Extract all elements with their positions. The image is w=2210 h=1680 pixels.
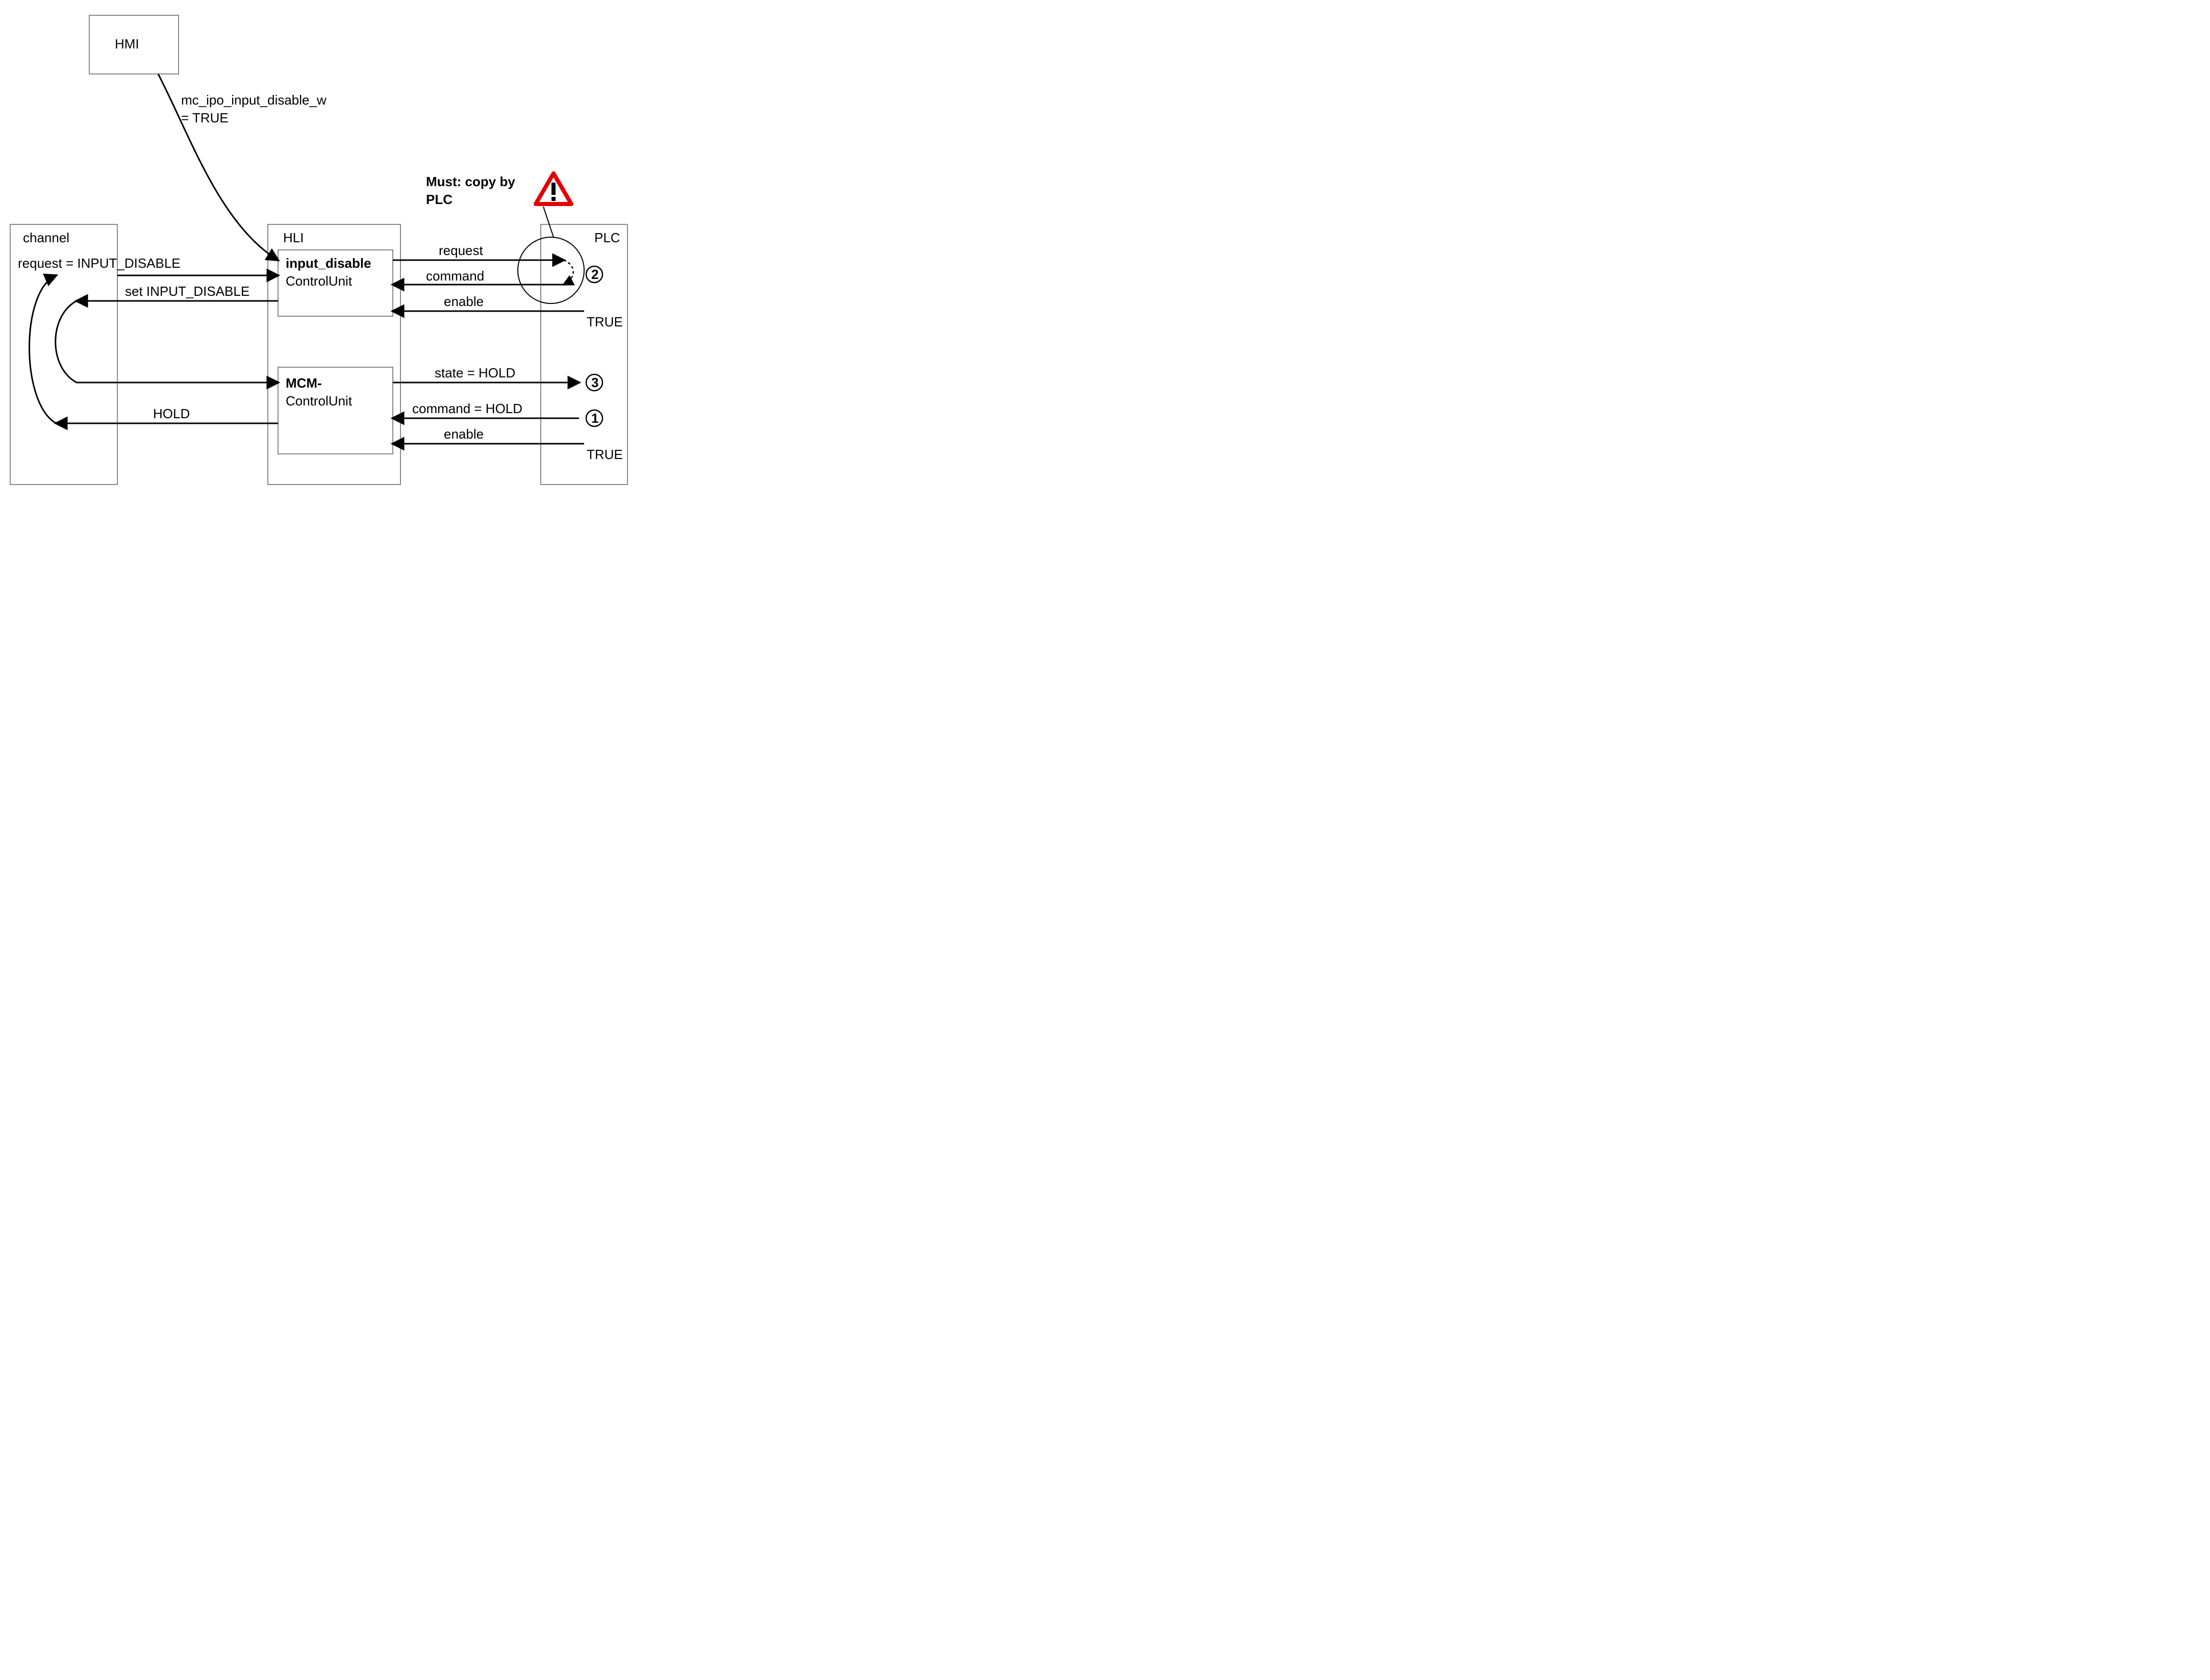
plc-state: state = HOLD [435, 365, 515, 380]
diagram: channel HLI input_disable ControlUnit MC… [0, 0, 638, 495]
hli-cu1-title: input_disable [286, 256, 371, 271]
plc-box [541, 224, 627, 485]
channel-request: request = INPUT_DISABLE [18, 256, 181, 271]
hli-label: HLI [283, 230, 304, 245]
plc-request: request [439, 243, 483, 258]
plc-enable2: enable [444, 426, 484, 442]
plc-enable1: enable [444, 294, 484, 309]
hli-cu2-title: MCM- [286, 375, 322, 391]
channel-label: channel [23, 230, 69, 245]
plc-command: command [426, 268, 484, 284]
hmi-label: HMI [115, 36, 139, 52]
plc-cmdHold: command = HOLD [412, 401, 522, 416]
mark-2: 2 [591, 267, 598, 282]
plc-must1: Must: copy by [426, 174, 515, 189]
plc-label: PLC [594, 230, 620, 245]
hmi-note2: = TRUE [181, 110, 229, 125]
plc-must2: PLC [426, 192, 453, 207]
hli-cu1-subtitle: ControlUnit [286, 273, 353, 289]
warning-icon [536, 173, 571, 204]
mark-1: 1 [591, 411, 598, 426]
mark-3: 3 [591, 375, 598, 390]
hmi-note1: mc_ipo_input_disable_w [181, 92, 327, 108]
hold-label: HOLD [153, 406, 190, 421]
hli-cu2-subtitle: ControlUnit [286, 393, 353, 409]
plc-true1: TRUE [587, 314, 623, 329]
plc-true2: TRUE [587, 447, 623, 462]
set-input-disable: set INPUT_DISABLE [125, 284, 249, 299]
